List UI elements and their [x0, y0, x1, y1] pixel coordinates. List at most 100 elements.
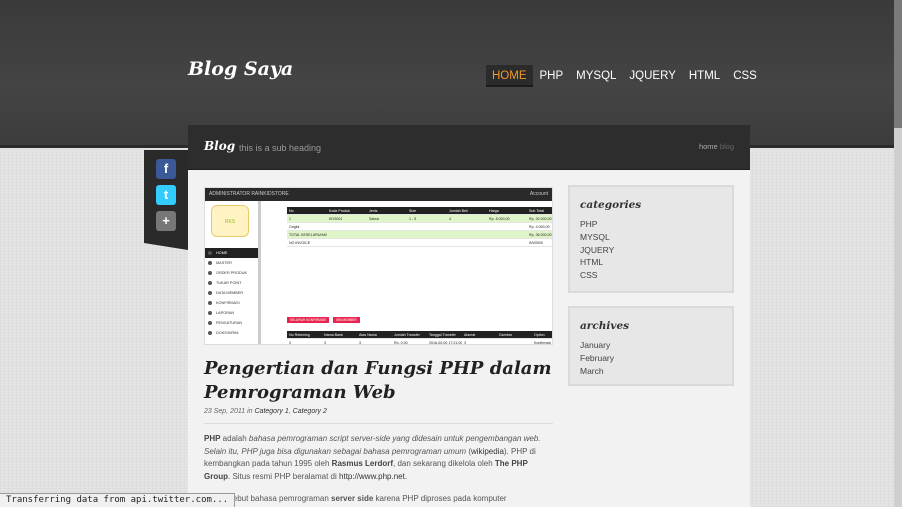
shot-table-cell: 1: [289, 217, 291, 221]
shot-table-row: No Kode Produk Jenis Size Jumlah Beli Harga Su…: [287, 207, 552, 215]
status-bar: Transferring data from api.twitter.com..…: [0, 493, 236, 507]
categories-title: categories: [580, 199, 642, 211]
shot-table-cell: Rp. 32.000,00: [529, 217, 552, 221]
shot-table-cell: TOTAL KESELURUHAN: [289, 233, 327, 237]
shot-table-cell: KDS001: [329, 217, 343, 221]
sub-header-title: Blog: [204, 139, 236, 153]
shot-menu-item: HOME: [205, 248, 258, 258]
shot-table-cell: Ongkir: [289, 225, 300, 229]
shot-menu: HOME MASTER ORDER PRODUK TUKAR POINT DATA ME…: [205, 248, 258, 338]
category-css[interactable]: CSS: [580, 269, 722, 282]
shot-table-cell: No: [289, 209, 294, 213]
shot-table-cell: [447, 223, 487, 230]
shot-sidebar: RKS HOME MASTER ORDER PRODUK TUKAR POINT DAT…: [205, 201, 261, 344]
shot-table-cell: 1 - 5: [409, 217, 417, 221]
twitter-icon[interactable]: t: [156, 185, 176, 205]
post-category-1[interactable]: Category 1: [255, 408, 289, 415]
category-html[interactable]: HTML: [580, 256, 722, 269]
archives-title: archives: [580, 320, 630, 332]
post-paragraph-1: PHP adalah bahasa pemrograman script ser…: [204, 434, 541, 481]
shot-table-row: 1 KDS001 Sabuk 1 - 5 4 Rp. 8.000,00 Rp. 32.000…: [287, 215, 552, 223]
shot-menu-item: LAPORAN: [205, 308, 258, 318]
shot-table-cell: [327, 231, 367, 238]
category-mysql[interactable]: MYSQL: [580, 231, 722, 244]
shot-table-cell: 2016-00-00 17:21:00: [429, 341, 462, 345]
shot-table-cell: Option: [534, 333, 545, 337]
shot-table-cell: Jenis: [369, 209, 378, 213]
shot-table-cell: Alamat: [464, 333, 476, 337]
shot-table-cell: Rp. 36.000,00: [529, 233, 552, 237]
shot-table-cell: [447, 239, 487, 246]
nav-php[interactable]: PHP: [534, 65, 570, 87]
nav-css[interactable]: CSS: [727, 65, 763, 87]
shot-table-cell: INV0000: [529, 241, 543, 245]
shot-table-cell: [367, 231, 407, 238]
categories-widget: categories PHP MYSQL JQUERY HTML CSS: [568, 185, 734, 293]
shot-table-cell: [407, 223, 447, 230]
shot-table-cell: Nama Bank: [324, 333, 343, 337]
breadcrumb-current: blog: [719, 142, 734, 151]
breadcrumb-home[interactable]: home: [699, 142, 718, 151]
divider: [204, 423, 553, 424]
nav-jquery[interactable]: JQUERY: [623, 65, 681, 87]
post-image: ADMINISTRATOR RAINKIDSTORE Account RKS H…: [204, 187, 553, 345]
nav-html[interactable]: HTML: [683, 65, 726, 87]
archive-march[interactable]: March: [580, 365, 722, 378]
nav-home[interactable]: HOME: [486, 65, 533, 87]
php-net-link[interactable]: http://www.php.net: [339, 472, 405, 481]
shot-table-cell: [487, 223, 527, 230]
shot-menu-item: MASTER: [205, 258, 258, 268]
scrollbar-thumb[interactable]: [894, 0, 902, 128]
wikipedia-link[interactable]: wikipedia: [471, 447, 504, 456]
shot-table-cell: [497, 339, 532, 344]
google-plus-icon[interactable]: +: [156, 211, 176, 231]
shot-table-cell: 4: [449, 217, 451, 221]
facebook-icon[interactable]: f: [156, 159, 176, 179]
shot-table-cell: Rp. 8.000,00: [489, 217, 510, 221]
page-scrollbar[interactable]: [894, 0, 902, 507]
post-meta: 23 Sep, 2011 in Category 1, Category 2: [204, 408, 327, 415]
shot-table-row: Ongkir Rp. 4.000,00: [287, 223, 552, 231]
shot-table-cell: Size: [409, 209, 416, 213]
shot-menu-item: TUKAR POINT: [205, 278, 258, 288]
shot-menu-item: KONFIRMASI: [205, 298, 258, 308]
shot-button-konfirmasi: SELURUH KONFIRMASI: [287, 317, 329, 323]
site-logo[interactable]: Blog Saya: [188, 58, 293, 80]
category-jquery[interactable]: JQUERY: [580, 244, 722, 257]
shot-table-cell: 3: [464, 341, 466, 345]
sub-header: Blog this is a sub heading home blog: [188, 125, 750, 170]
shot-table-cell: 3: [359, 341, 361, 345]
shot-table-cell: Gambar: [499, 333, 512, 337]
post-category-2[interactable]: Category 2: [293, 408, 327, 415]
shot-menu-item: DATA MEMBER: [205, 288, 258, 298]
archive-february[interactable]: February: [580, 352, 722, 365]
shot-account: Account: [529, 191, 548, 197]
post-date: 23 Sep, 2011: [204, 408, 246, 415]
shot-table-cell: Rp. 0.00: [394, 341, 408, 345]
shot-order-table: No Kode Produk Jenis Size Jumlah Beli Harga Su…: [287, 207, 552, 247]
shot-table-cell: [367, 239, 407, 246]
nav-mysql[interactable]: MYSQL: [570, 65, 622, 87]
shot-table-cell: 3: [324, 341, 326, 345]
category-php[interactable]: PHP: [580, 218, 722, 231]
shot-table-cell: Jumlah Beli: [449, 209, 468, 213]
shot-table-cell: [447, 231, 487, 238]
breadcrumb: home blog: [699, 142, 734, 151]
shot-table-cell: [487, 239, 527, 246]
shot-table-cell: [327, 223, 367, 230]
post-paragraph-2: PHP disebut bahasa pemrograman server si…: [204, 494, 507, 503]
shot-table-cell: [407, 231, 447, 238]
shot-table-cell: Rp. 4.000,00: [529, 225, 550, 229]
shot-menu-item: PENGATURAN: [205, 318, 258, 328]
shot-table-cell: Jumlah Transfer: [394, 333, 420, 337]
shot-table-row: 3 3 3 Rp. 0.00 2016-00-00 17:21:00 3 Konfirmas…: [287, 339, 552, 345]
shot-table-cell: Sub Total: [529, 209, 544, 213]
shot-table-cell: [407, 239, 447, 246]
shot-table-cell: 3: [289, 341, 291, 345]
post-title[interactable]: Pengertian dan Fungsi PHP dalam Pemrogra…: [204, 357, 553, 405]
shot-table-cell: [367, 223, 407, 230]
archive-january[interactable]: January: [580, 339, 722, 352]
archives-widget: archives January February March: [568, 306, 734, 386]
shot-menu-item: DOKS/KIRIM: [205, 328, 258, 338]
shot-table-cell: Kode Produk: [329, 209, 350, 213]
